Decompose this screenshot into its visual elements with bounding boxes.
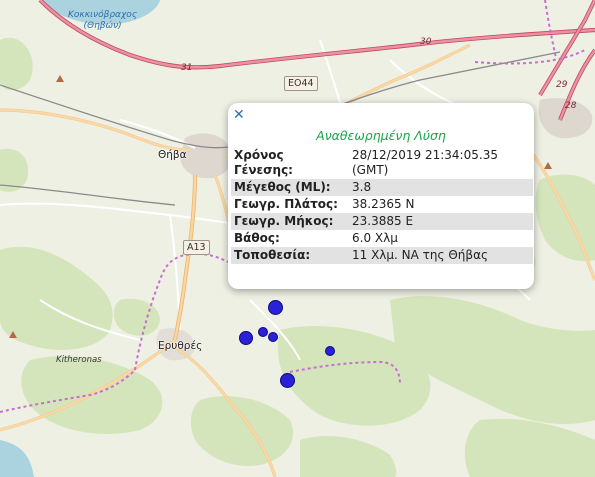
earthquake-info-popup: ✕ Αναθεωρημένη Λύση Χρόνος Γένεσης: 28/1…	[228, 103, 534, 289]
detail-row-origin-time: Χρόνος Γένεσης: 28/12/2019 21:34:05.35 (…	[231, 147, 533, 179]
map-canvas[interactable]: Κοκκινόβραχος (Θηβών) Θήβα Ερυθρές Kithe…	[0, 0, 595, 477]
detail-value: 28/12/2019 21:34:05.35 (GMT)	[352, 148, 498, 177]
earthquake-marker[interactable]	[325, 346, 335, 356]
road-number-29: 29	[556, 80, 568, 90]
road-shield-a13: A13	[183, 240, 210, 255]
close-icon[interactable]: ✕	[233, 107, 245, 123]
detail-value: 23.3885 E	[349, 213, 533, 230]
detail-row-location: Τοποθεσία: 11 Χλμ. ΝΑ της Θήβας	[231, 247, 533, 264]
detail-value: 3.8	[349, 179, 533, 196]
detail-label: Μέγεθος (ML):	[231, 179, 349, 196]
detail-row-depth: Βάθος: 6.0 Χλμ	[231, 230, 533, 247]
detail-label: Τοποθεσία:	[231, 247, 349, 264]
detail-label: Γεωγρ. Πλάτος:	[234, 197, 338, 211]
detail-value: 6.0 Χλμ	[352, 231, 398, 245]
earthquake-marker[interactable]	[268, 332, 278, 342]
town-label-thiva: Θήβα	[158, 149, 187, 161]
earthquake-marker[interactable]	[268, 300, 283, 315]
detail-row-latitude: Γεωγρ. Πλάτος: 38.2365 N	[231, 196, 533, 213]
detail-value: 38.2365 N	[352, 197, 415, 211]
lake-label: Κοκκινόβραχος (Θηβών)	[68, 10, 137, 32]
detail-label: Βάθος:	[234, 231, 280, 245]
detail-row-longitude: Γεωγρ. Μήκος: 23.3885 E	[231, 213, 533, 230]
earthquake-marker[interactable]	[258, 327, 268, 337]
lake-name: Κοκκινόβραχος (Θηβών)	[68, 10, 138, 31]
earthquake-marker[interactable]	[280, 373, 295, 388]
earthquake-details-table: Χρόνος Γένεσης: 28/12/2019 21:34:05.35 (…	[231, 147, 533, 264]
detail-label: Γεωγρ. Μήκος:	[231, 213, 349, 230]
earthquake-marker[interactable]	[239, 331, 253, 345]
mountain-label-kitheronas: Kitheronas	[56, 355, 102, 365]
road-number-28: 28	[565, 101, 577, 111]
detail-label: Χρόνος Γένεσης:	[234, 148, 293, 177]
road-number-31: 31	[181, 63, 193, 73]
popup-title: Αναθεωρημένη Λύση	[316, 128, 446, 143]
road-shield-eo44: ΕΟ44	[284, 76, 318, 91]
detail-value: 11 Χλμ. ΝΑ της Θήβας	[349, 247, 533, 264]
town-label-erythres: Ερυθρές	[158, 340, 203, 352]
detail-row-magnitude: Μέγεθος (ML): 3.8	[231, 179, 533, 196]
road-number-30: 30	[420, 37, 432, 47]
